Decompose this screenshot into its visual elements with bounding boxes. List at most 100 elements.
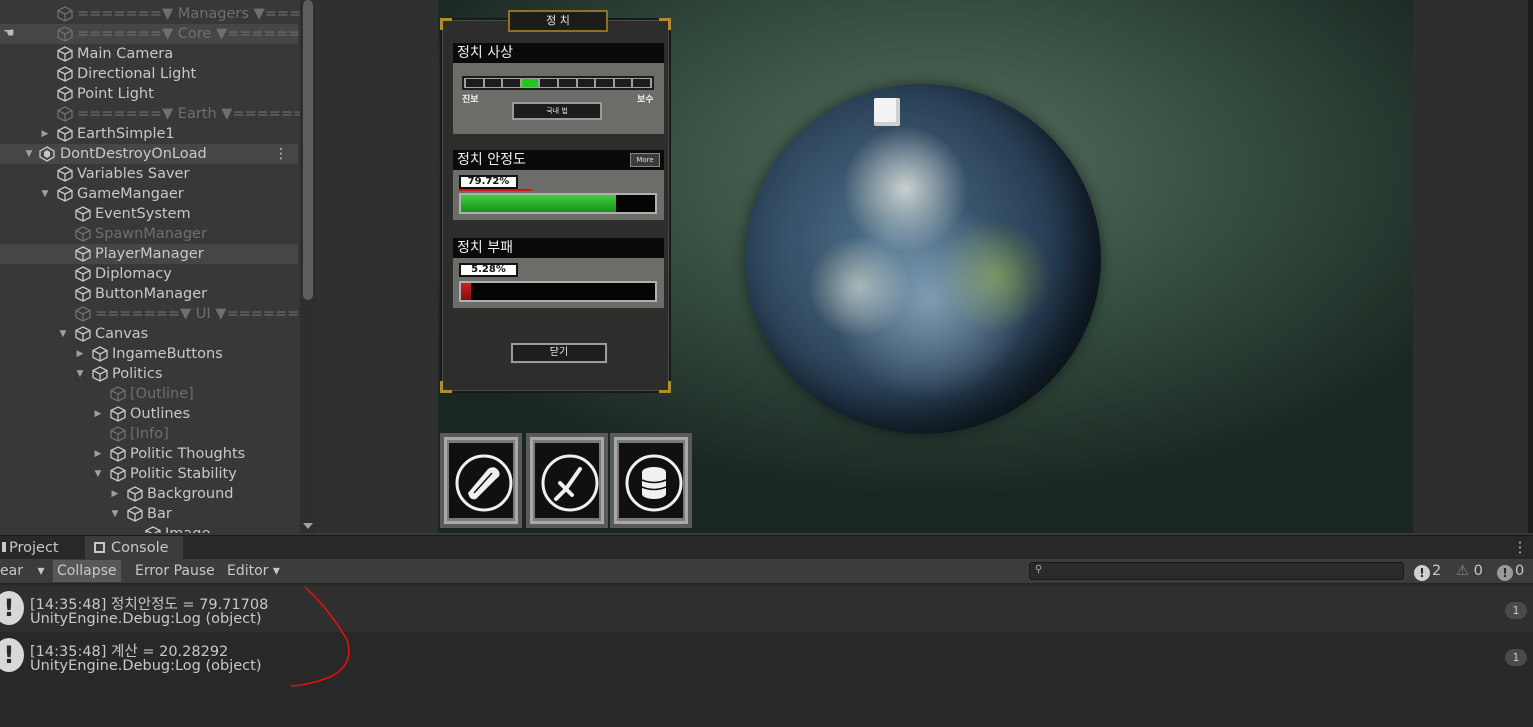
hierarchy-item[interactable]: [Info] (0, 424, 298, 444)
hierarchy-label: Canvas (95, 326, 149, 342)
tab-console[interactable]: Console (85, 536, 183, 560)
hierarchy-label: =======▼ UI ▼======= (95, 306, 312, 322)
tab-label: Console (111, 540, 169, 556)
hierarchy-item[interactable]: Image (0, 524, 298, 533)
more-options-icon[interactable]: ⋮ (1512, 536, 1528, 560)
editor-dropdown[interactable]: Editor ▾ (223, 560, 284, 582)
hierarchy-item[interactable]: ▼ GameMangaer (0, 184, 298, 204)
hierarchy-item[interactable]: ▼ Politic Stability (0, 464, 298, 484)
hierarchy-item[interactable]: ▼ DontDestroyOnLoad ⋮ (0, 144, 298, 164)
section-header: 정치 부패 (453, 238, 664, 258)
hierarchy-item[interactable]: Diplomacy (0, 264, 298, 284)
slider-segment (484, 79, 502, 87)
hierarchy-item[interactable]: ▶ EarthSimple1 (0, 124, 298, 144)
hierarchy-item[interactable]: EventSystem (0, 204, 298, 224)
slider-segment (540, 79, 557, 87)
hierarchy-label: Politic Thoughts (130, 446, 246, 462)
game-view-margin (316, 0, 438, 533)
more-options-icon[interactable]: ⋮ (274, 144, 288, 164)
info-icon: ! (1414, 565, 1430, 581)
hierarchy-label: DontDestroyOnLoad (60, 146, 207, 162)
collapse-arrow-icon[interactable]: ▼ (57, 324, 69, 344)
stability-bar (459, 193, 657, 214)
slider-segment (521, 79, 539, 87)
hierarchy-label: Variables Saver (77, 166, 190, 182)
hierarchy-item[interactable]: ▶ Outlines (0, 404, 298, 424)
expand-arrow-icon[interactable]: ▶ (92, 444, 104, 464)
hierarchy-label: IngameButtons (112, 346, 223, 362)
game-view[interactable]: 정 치 정치 사상 진보 보수 국내 법 정치 안정도 More 79.72% … (438, 0, 1413, 533)
gameobject-icon (110, 386, 126, 402)
error-count-toggle[interactable]: ! 0 (1497, 560, 1524, 582)
gameobject-icon (75, 266, 91, 282)
hierarchy-item[interactable]: Directional Light (0, 64, 298, 84)
hierarchy-label: Diplomacy (95, 266, 172, 282)
more-button[interactable]: More (630, 153, 660, 167)
gameobject-icon (110, 446, 126, 462)
ideology-slider[interactable] (462, 76, 654, 90)
slider-segment (596, 79, 613, 87)
panel-title: 정 치 (508, 10, 608, 32)
hierarchy-item[interactable]: SpawnManager (0, 224, 298, 244)
close-button[interactable]: 닫기 (511, 343, 607, 363)
hierarchy-label: ButtonManager (95, 286, 208, 302)
hierarchy-item[interactable]: =======▼ UI ▼======= (0, 304, 312, 324)
log-entry[interactable]: ! [14:35:48] 정치안정도 = 79.71708 UnityEngin… (0, 585, 1533, 632)
hierarchy-label: Bar (147, 506, 172, 522)
log-entry[interactable]: ! [14:35:48] 계산 = 20.28292 UnityEngine.D… (0, 632, 1533, 679)
domestic-law-button[interactable]: 국내 법 (512, 102, 602, 120)
slider-segment (466, 79, 483, 87)
info-count-toggle[interactable]: ! 2 (1414, 560, 1441, 582)
gameobject-icon (75, 226, 91, 242)
hierarchy-label: Main Camera (77, 46, 174, 62)
hierarchy-item[interactable]: ButtonManager (0, 284, 298, 304)
search-input[interactable]: ⚲ (1029, 562, 1404, 580)
error-pause-button[interactable]: Error Pause (131, 560, 219, 582)
hierarchy-item[interactable]: Point Light (0, 84, 298, 104)
warning-count-toggle[interactable]: ⚠ 0 (1456, 560, 1483, 582)
button-face (535, 443, 599, 518)
clear-dropdown-icon[interactable]: ▾ (32, 560, 50, 582)
stability-bar-fill (461, 195, 616, 212)
scrollbar-thumb[interactable] (303, 0, 313, 300)
window-edge (1528, 0, 1533, 533)
hierarchy-item[interactable]: ▼ Bar (0, 504, 298, 524)
scroll-button[interactable] (440, 433, 522, 528)
hierarchy-item[interactable]: =======▼ Managers ▼=== (0, 4, 301, 24)
hierarchy-item[interactable]: PlayerManager (0, 244, 298, 264)
collapse-arrow-icon[interactable]: ▼ (23, 144, 35, 164)
collapse-arrow-icon[interactable]: ▼ (74, 364, 86, 384)
tab-bar: Project Console ⋮ (0, 535, 1533, 560)
hierarchy-item[interactable]: ▶ Background (0, 484, 298, 504)
collapse-button[interactable]: Collapse (53, 560, 121, 582)
hierarchy-item[interactable]: Variables Saver (0, 164, 298, 184)
sword-button[interactable] (526, 433, 608, 528)
expand-arrow-icon[interactable]: ▶ (74, 344, 86, 364)
hierarchy-scrollbar[interactable] (300, 0, 316, 533)
hierarchy-item[interactable]: ▼ Politics (0, 364, 298, 384)
hierarchy-label: =======▼ Core ▼======= (77, 26, 313, 42)
slider-segment (577, 79, 595, 87)
folder-icon (2, 542, 6, 552)
coins-button[interactable] (610, 433, 692, 528)
hierarchy-item[interactable]: Main Camera (0, 44, 298, 64)
hierarchy-item[interactable]: ☚ =======▼ Core ▼======= (0, 24, 312, 44)
coins-icon (625, 454, 683, 512)
scroll-icon (455, 454, 513, 512)
expand-arrow-icon[interactable]: ▶ (92, 404, 104, 424)
hierarchy-item[interactable]: ▶ IngameButtons (0, 344, 298, 364)
gameobject-icon (57, 106, 73, 122)
hierarchy-item[interactable]: ▼ Canvas (0, 324, 298, 344)
tab-project[interactable]: Project (0, 536, 82, 560)
collapse-arrow-icon[interactable]: ▼ (109, 504, 121, 524)
clear-button[interactable]: ear (0, 560, 27, 582)
hierarchy-item[interactable]: [Outline] (0, 384, 298, 404)
conservative-label: 보수 (637, 95, 654, 105)
expand-arrow-icon[interactable]: ▶ (39, 124, 51, 144)
collapse-arrow-icon[interactable]: ▼ (92, 464, 104, 484)
collapse-arrow-icon[interactable]: ▼ (39, 184, 51, 204)
scroll-down-icon[interactable] (303, 523, 313, 529)
hierarchy-item[interactable]: =======▼ Earth ▼======= (0, 104, 316, 124)
expand-arrow-icon[interactable]: ▶ (109, 484, 121, 504)
hierarchy-item[interactable]: ▶ Politic Thoughts (0, 444, 298, 464)
